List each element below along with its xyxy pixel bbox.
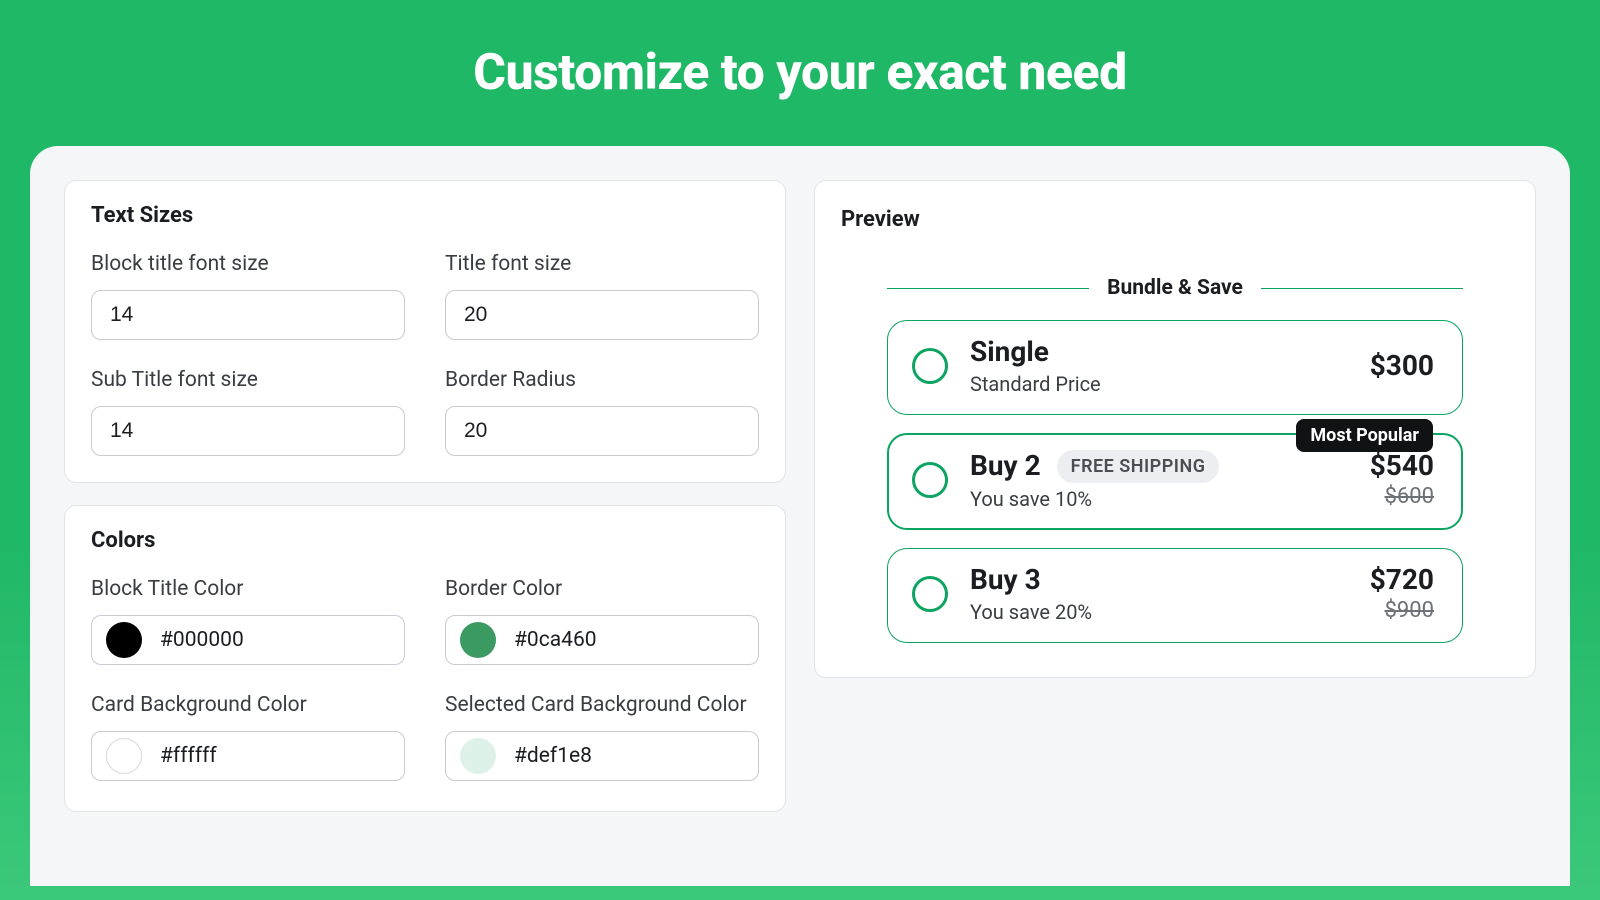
label-sub-title-font-size: Sub Title font size [91,368,405,392]
right-column: Preview Bundle & Save Single Standard Pr… [814,180,1536,852]
field-border-radius: Border Radius [445,368,759,456]
input-block-title-color[interactable]: #000000 [91,615,405,665]
settings-panel: Text Sizes Block title font size Title f… [30,146,1570,886]
bundle-option-buy2[interactable]: Most Popular Buy 2 FREE SHIPPING You sav… [887,433,1463,530]
field-title-font-size: Title font size [445,252,759,340]
bundle-sub: You save 20% [970,600,1348,624]
swatch-border-color [460,622,496,658]
bundle-title: Bundle & Save [1107,276,1243,300]
left-column: Text Sizes Block title font size Title f… [64,180,786,852]
field-selected-card-bg-color: Selected Card Background Color #def1e8 [445,693,759,781]
swatch-card-bg-color [106,738,142,774]
field-block-title-font-size: Block title font size [91,252,405,340]
radio-icon [912,462,948,498]
value-card-bg-color: #ffffff [160,744,217,768]
label-selected-card-bg-color: Selected Card Background Color [445,693,759,717]
preview-heading: Preview [841,207,1509,232]
bundle-old-price: $600 [1385,484,1434,509]
divider-right [1261,288,1463,289]
label-block-title-font-size: Block title font size [91,252,405,276]
text-sizes-heading: Text Sizes [91,203,759,228]
label-block-title-color: Block Title Color [91,577,405,601]
input-sub-title-font-size[interactable] [91,406,405,456]
label-card-bg-color: Card Background Color [91,693,405,717]
bundle-name: Single [970,337,1049,368]
colors-card: Colors Block Title Color #000000 Border … [64,505,786,812]
input-card-bg-color[interactable]: #ffffff [91,731,405,781]
radio-icon [912,576,948,612]
bundle-sub: Standard Price [970,372,1348,396]
most-popular-badge: Most Popular [1296,419,1433,452]
value-border-color: #0ca460 [514,628,597,652]
bundle-sub: You save 10% [970,487,1348,511]
input-title-font-size[interactable] [445,290,759,340]
field-border-color: Border Color #0ca460 [445,577,759,665]
bundle-price: $540 [1370,451,1434,482]
input-block-title-font-size[interactable] [91,290,405,340]
text-sizes-card: Text Sizes Block title font size Title f… [64,180,786,483]
colors-heading: Colors [91,528,759,553]
label-title-font-size: Title font size [445,252,759,276]
divider-left [887,288,1089,289]
bundle-title-row: Bundle & Save [887,276,1463,300]
field-card-bg-color: Card Background Color #ffffff [91,693,405,781]
bundle-price: $300 [1370,351,1434,382]
input-selected-card-bg-color[interactable]: #def1e8 [445,731,759,781]
bundle-name: Buy 3 [970,565,1041,596]
bundle-option-buy3[interactable]: Buy 3 You save 20% $720 $900 [887,548,1463,643]
label-border-radius: Border Radius [445,368,759,392]
value-selected-card-bg-color: #def1e8 [514,744,592,768]
radio-icon [912,348,948,384]
preview-card: Preview Bundle & Save Single Standard Pr… [814,180,1536,678]
bundle-price: $720 [1370,565,1434,596]
page-title: Customize to your exact need [473,44,1127,102]
bundle-old-price: $900 [1385,598,1434,623]
field-block-title-color: Block Title Color #000000 [91,577,405,665]
label-border-color: Border Color [445,577,759,601]
bundle-name: Buy 2 [970,451,1041,482]
value-block-title-color: #000000 [160,628,244,652]
input-border-color[interactable]: #0ca460 [445,615,759,665]
swatch-selected-card-bg-color [460,738,496,774]
bundle-option-single[interactable]: Single Standard Price $300 [887,320,1463,415]
free-shipping-chip: FREE SHIPPING [1057,450,1220,483]
field-sub-title-font-size: Sub Title font size [91,368,405,456]
input-border-radius[interactable] [445,406,759,456]
bundle-list: Single Standard Price $300 Most Popular … [887,320,1463,643]
swatch-block-title-color [106,622,142,658]
